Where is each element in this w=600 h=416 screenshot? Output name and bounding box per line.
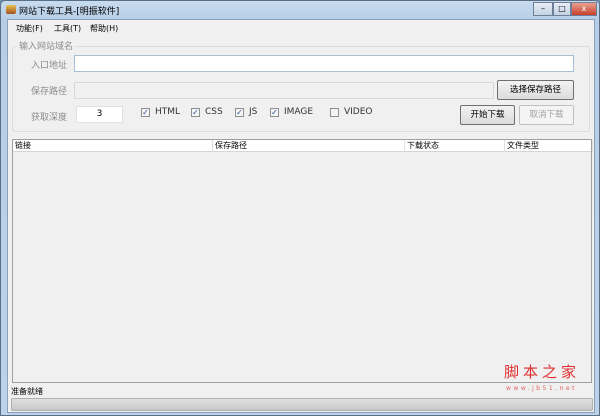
save-path-label: 保存路径 [31, 87, 68, 97]
app-window: 网站下载工具-[明振软件] – □ x 功能(F) 工具(T) 帮助(H) 输入… [0, 0, 600, 416]
column-save-path[interactable]: 保存路径 [213, 140, 405, 152]
table-header: 链接 保存路径 下载状态 文件类型 [13, 140, 593, 152]
menu-help[interactable]: 帮助(H) [90, 23, 118, 34]
menu-function[interactable]: 功能(F) [16, 23, 43, 34]
css-checkbox[interactable]: ✓ CSS [191, 107, 223, 117]
app-icon [6, 5, 16, 14]
choose-save-path-button[interactable]: 选择保存路径 [497, 80, 574, 100]
checkbox-icon: ✓ [270, 107, 279, 117]
groupbox-label: 输入网站域名 [17, 39, 76, 52]
download-table: 链接 保存路径 下载状态 文件类型 [12, 139, 593, 383]
client-area: 功能(F) 工具(T) 帮助(H) 输入网站域名 入口地址 保存路径 选择保存路… [7, 19, 595, 413]
minimize-button[interactable]: – [533, 2, 553, 16]
checkbox-label: VIDEO [344, 107, 373, 117]
js-checkbox[interactable]: ✓ JS [235, 107, 257, 117]
progress-bar [11, 398, 593, 411]
menu-tools[interactable]: 工具(T) [54, 23, 81, 34]
cancel-download-button[interactable]: 取消下载 [519, 105, 574, 125]
status-text: 准备就绪 [11, 387, 43, 396]
column-link[interactable]: 链接 [13, 140, 213, 152]
entry-url-label: 入口地址 [31, 61, 68, 71]
checkbox-icon: ✓ [141, 107, 150, 117]
column-file-type[interactable]: 文件类型 [505, 140, 593, 152]
checkbox-icon [330, 107, 339, 117]
video-checkbox[interactable]: VIDEO [330, 107, 373, 117]
start-download-button[interactable]: 开始下载 [460, 105, 515, 125]
checkbox-label: JS [249, 107, 258, 117]
checkbox-label: HTML [155, 107, 181, 117]
image-checkbox[interactable]: ✓ IMAGE [270, 107, 313, 117]
checkbox-label: IMAGE [284, 107, 314, 117]
checkbox-label: CSS [205, 107, 223, 117]
checkbox-icon: ✓ [191, 107, 200, 117]
html-checkbox[interactable]: ✓ HTML [141, 107, 180, 117]
maximize-button[interactable]: □ [553, 2, 571, 16]
watermark-url: www.jb51.net [506, 385, 577, 392]
checkbox-icon: ✓ [235, 107, 244, 117]
save-path-input[interactable] [74, 82, 494, 99]
window-title: 网站下载工具-[明振软件] [19, 7, 120, 17]
watermark-logo: 脚本之家 [504, 363, 581, 381]
column-status[interactable]: 下载状态 [405, 140, 505, 152]
depth-input[interactable]: 3 [76, 106, 123, 123]
close-button[interactable]: x [571, 2, 597, 16]
entry-url-input[interactable] [74, 55, 574, 72]
depth-label: 获取深度 [31, 113, 68, 123]
